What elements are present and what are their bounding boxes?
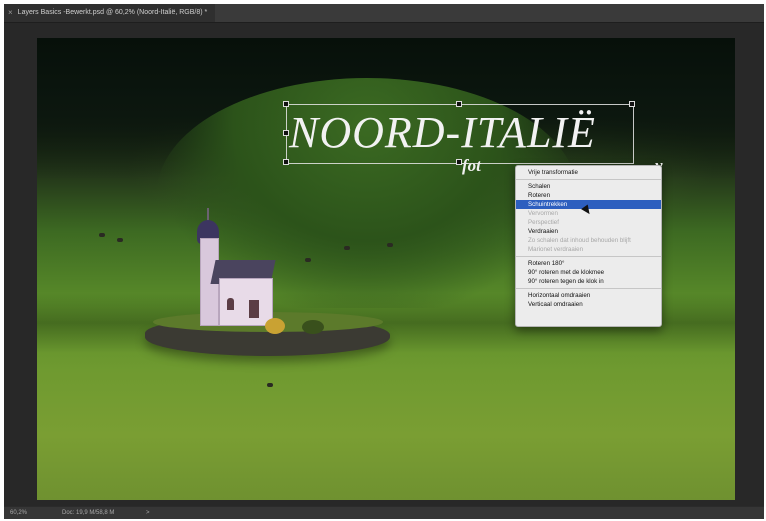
status-menu-arrow[interactable]: > — [146, 507, 150, 519]
menu-item[interactable]: Verdraaien — [516, 227, 661, 236]
cow — [267, 383, 273, 387]
cow — [344, 246, 350, 250]
transform-handle-bottom-middle[interactable] — [456, 159, 462, 165]
photoshop-window: × Layers Basics -Bewerkt.psd @ 60,2% (No… — [4, 4, 764, 519]
menu-item[interactable]: Horizontaal omdraaien — [516, 291, 661, 300]
church-window — [227, 298, 234, 310]
cow — [117, 238, 123, 242]
menu-item: Perspectief — [528, 219, 559, 226]
menu-item[interactable]: Vrije transformatie — [516, 168, 661, 177]
transform-bounding-box[interactable] — [286, 104, 634, 164]
transform-handle-top-left[interactable] — [283, 101, 289, 107]
menu-item: Marionet verdraaien — [528, 246, 584, 253]
cow — [99, 233, 105, 237]
status-bar: 60,2% Doc: 19,9 M/58,8 M > — [4, 507, 764, 519]
transform-handle-bottom-left[interactable] — [283, 159, 289, 165]
menu-item[interactable]: 90° roteren met de klokmee — [516, 268, 661, 277]
menu-item[interactable]: Verticaal omdraaien — [516, 300, 661, 309]
menu-item[interactable]: Roteren 180° — [516, 259, 661, 268]
document-tab[interactable]: × Layers Basics -Bewerkt.psd @ 60,2% (No… — [4, 4, 216, 22]
bush — [302, 320, 324, 334]
document-size: Doc: 19,9 M/58,8 M — [62, 510, 115, 516]
transform-handle-middle-left[interactable] — [283, 130, 289, 136]
menu-item[interactable]: 90° roteren tegen de klok in — [516, 277, 661, 286]
zoom-level[interactable]: 60,2% — [10, 507, 27, 519]
menu-item[interactable]: Schalen — [516, 182, 661, 191]
menu-separator — [516, 256, 661, 257]
transform-handle-top-middle[interactable] — [456, 101, 462, 107]
menu-separator — [516, 179, 661, 180]
cow — [305, 258, 311, 262]
menu-item: Zo schalen dat inhoud behouden blijft — [528, 237, 631, 244]
document-tab-bar: × Layers Basics -Bewerkt.psd @ 60,2% (No… — [4, 4, 764, 23]
menu-item[interactable]: Roteren — [516, 191, 661, 200]
menu-separator — [516, 288, 661, 289]
transform-handle-top-right[interactable] — [629, 101, 635, 107]
document-tab-title: Layers Basics -Bewerkt.psd @ 60,2% (Noor… — [17, 9, 208, 16]
transform-context-menu: Vrije transformatie Schalen Roteren Schuint… — [515, 165, 662, 327]
close-tab-icon[interactable]: × — [8, 4, 13, 22]
church-door — [249, 300, 259, 318]
cow — [387, 243, 393, 247]
canvas-area[interactable]: NOORD-ITALIË fot y Vrije transformatieSc… — [4, 23, 764, 506]
yellow-tree — [265, 318, 285, 334]
church — [197, 208, 287, 328]
